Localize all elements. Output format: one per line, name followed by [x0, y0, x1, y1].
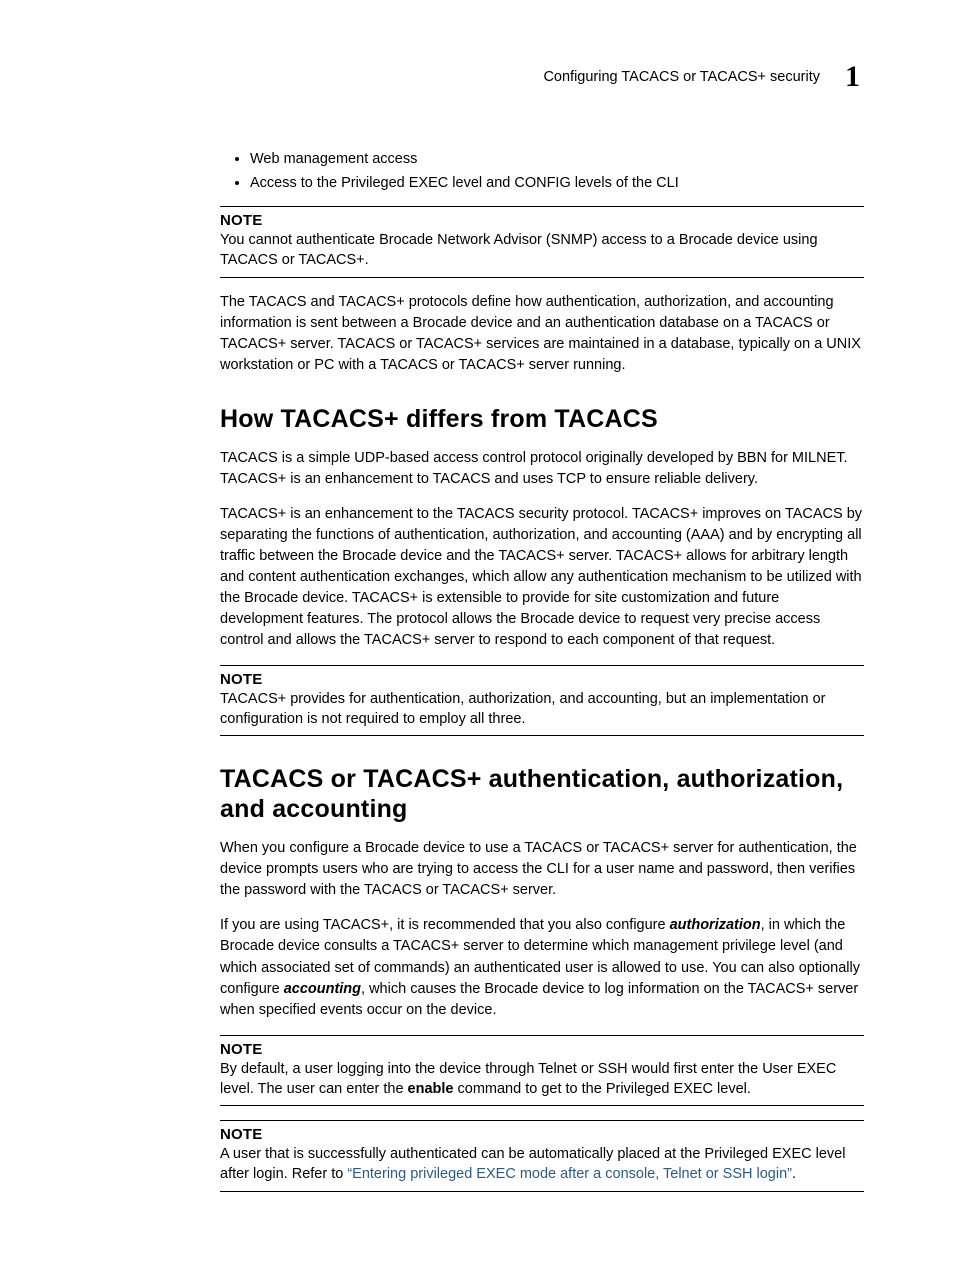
header-chapter-number: 1 — [845, 60, 860, 94]
cross-reference-link[interactable]: “Entering privileged EXEC mode after a c… — [347, 1166, 792, 1182]
section-heading: How TACACS+ differs from TACACS — [220, 404, 864, 434]
list-item: Web management access — [250, 149, 864, 170]
note-text: A user that is successfully authenticate… — [220, 1144, 864, 1185]
text-run: . — [792, 1166, 796, 1182]
note-text: TACACS+ provides for authentication, aut… — [220, 689, 864, 730]
bold-enable: enable — [408, 1081, 454, 1097]
list-item: Access to the Privileged EXEC level and … — [250, 173, 864, 194]
note-label: NOTE — [220, 671, 864, 688]
content-column: Web management access Access to the Priv… — [90, 149, 864, 1192]
running-header: Configuring TACACS or TACACS+ security 1 — [90, 60, 864, 94]
body-paragraph: If you are using TACACS+, it is recommen… — [220, 915, 864, 1020]
text-run: If you are using TACACS+, it is recommen… — [220, 917, 670, 933]
note-label: NOTE — [220, 1126, 864, 1143]
note-block: NOTE By default, a user logging into the… — [220, 1035, 864, 1107]
body-paragraph: TACACS is a simple UDP-based access cont… — [220, 448, 864, 490]
header-section-title: Configuring TACACS or TACACS+ security — [543, 69, 820, 85]
note-block: NOTE TACACS+ provides for authentication… — [220, 665, 864, 737]
note-block: NOTE You cannot authenticate Brocade Net… — [220, 206, 864, 278]
emphasis-accounting: accounting — [284, 981, 361, 997]
body-paragraph: When you configure a Brocade device to u… — [220, 838, 864, 901]
note-text: By default, a user logging into the devi… — [220, 1059, 864, 1100]
note-block: NOTE A user that is successfully authent… — [220, 1120, 864, 1192]
text-run: command to get to the Privileged EXEC le… — [453, 1081, 750, 1097]
bullet-list: Web management access Access to the Priv… — [220, 149, 864, 194]
note-text: You cannot authenticate Brocade Network … — [220, 230, 864, 271]
body-paragraph: The TACACS and TACACS+ protocols define … — [220, 292, 864, 376]
page: Configuring TACACS or TACACS+ security 1… — [0, 0, 954, 1286]
emphasis-authorization: authorization — [670, 917, 761, 933]
section-heading: TACACS or TACACS+ authentication, author… — [220, 764, 864, 824]
note-label: NOTE — [220, 1041, 864, 1058]
note-label: NOTE — [220, 212, 864, 229]
body-paragraph: TACACS+ is an enhancement to the TACACS … — [220, 504, 864, 651]
